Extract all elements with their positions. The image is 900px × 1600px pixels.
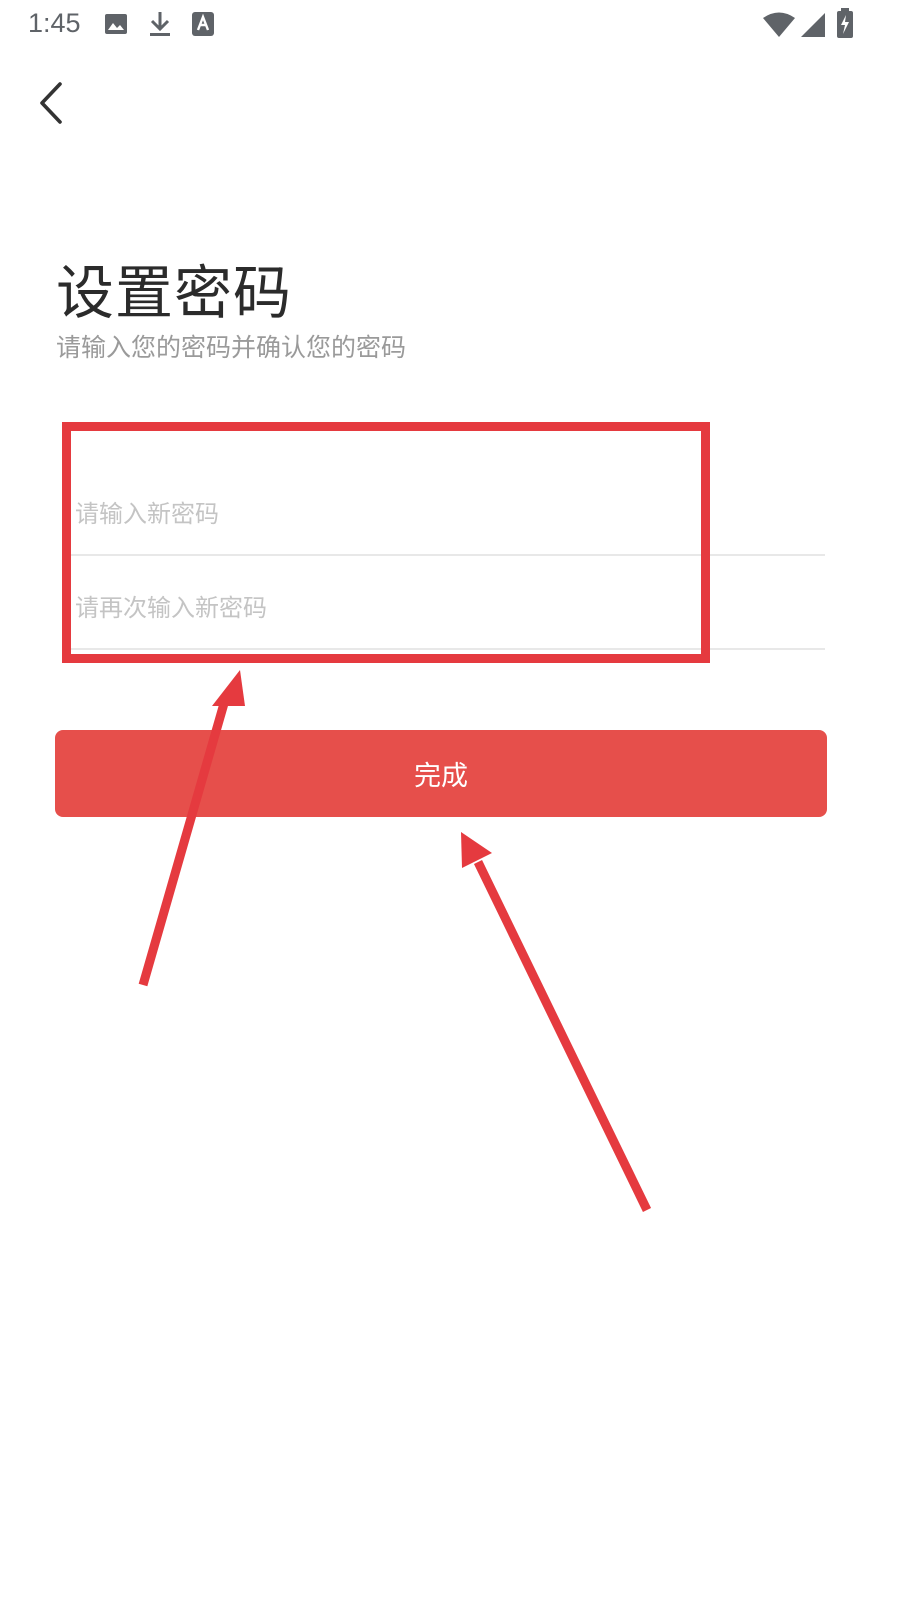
download-icon [148, 10, 172, 42]
page-title: 设置密码 [56, 259, 293, 327]
divider [70, 648, 825, 650]
confirm-password-field [75, 578, 825, 638]
battery-charging-icon [836, 8, 854, 42]
confirm-password-input[interactable] [75, 578, 825, 638]
status-time: 1:45 [28, 8, 81, 38]
image-icon [104, 12, 128, 40]
back-button[interactable] [28, 76, 78, 130]
status-bar: 1:45 [0, 0, 900, 50]
new-password-input[interactable] [75, 484, 825, 544]
page-subtitle: 请输入您的密码并确认您的密码 [56, 333, 407, 362]
divider [70, 554, 825, 556]
annotation-arrow-to-button [461, 832, 652, 1212]
new-password-field [75, 484, 825, 544]
annotation-arrow-to-fields [138, 670, 245, 987]
text-a-icon [192, 12, 214, 40]
complete-button[interactable]: 完成 [55, 730, 827, 817]
chevron-left-icon [40, 82, 62, 124]
wifi-icon [762, 12, 796, 42]
cellular-signal-icon [800, 12, 826, 42]
